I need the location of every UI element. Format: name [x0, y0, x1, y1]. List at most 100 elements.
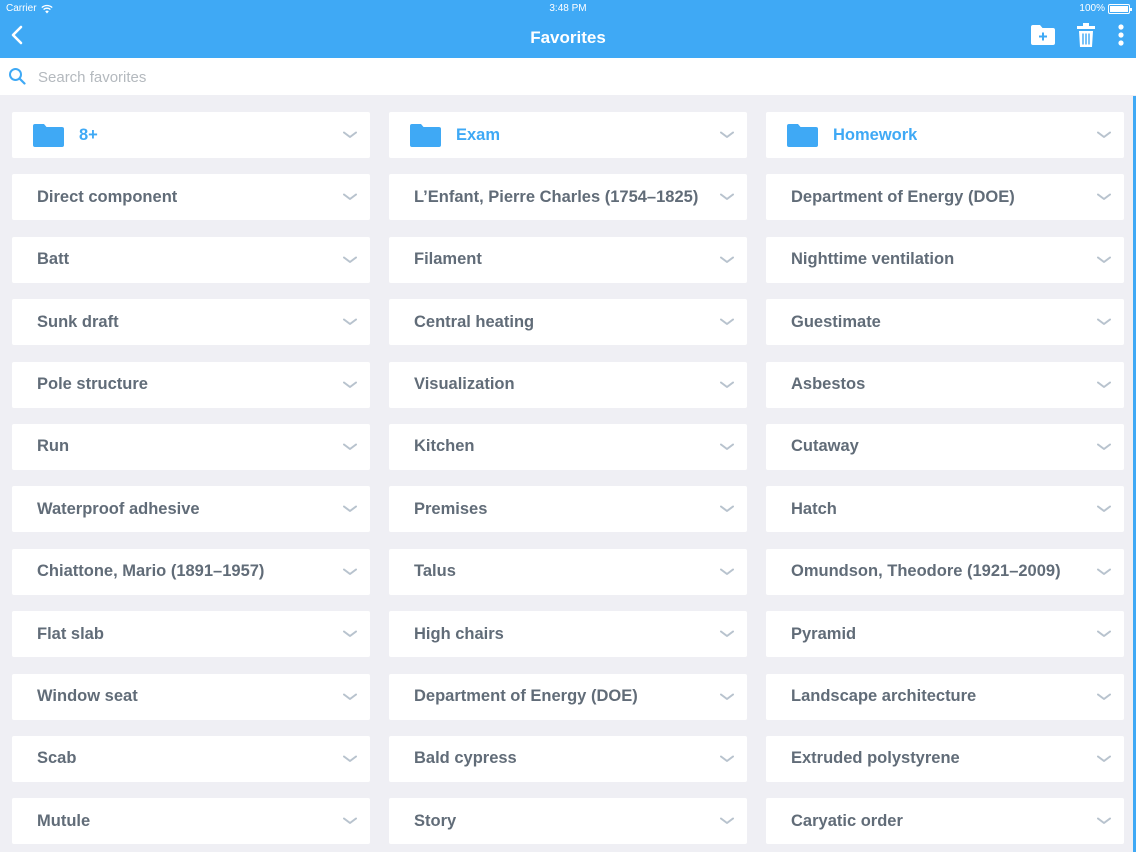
chevron-down-icon[interactable] [343, 630, 357, 638]
favorite-item-card[interactable]: Department of Energy (DOE) [389, 673, 747, 720]
chevron-down-icon[interactable] [343, 131, 357, 139]
new-folder-icon[interactable] [1030, 24, 1056, 46]
navigation-bar: Carrier 3:48 PM 100% Favorites [0, 0, 1136, 58]
favorite-item-label: Guestimate [791, 312, 881, 331]
favorite-item-card[interactable]: Run [12, 423, 370, 470]
favorite-item-label: Department of Energy (DOE) [791, 187, 1015, 206]
chevron-down-icon[interactable] [343, 693, 357, 701]
chevron-down-icon[interactable] [720, 256, 734, 264]
folder-label: Homework [833, 125, 918, 144]
folder-label: Exam [456, 125, 501, 144]
chevron-down-icon[interactable] [343, 443, 357, 451]
favorite-item-label: Nighttime ventilation [791, 250, 955, 269]
favorite-item-card[interactable]: Omundson, Theodore (1921–2009) [766, 548, 1124, 595]
chevron-down-icon[interactable] [1097, 505, 1111, 513]
search-icon [9, 68, 26, 85]
favorite-item-label: Flat slab [37, 624, 104, 643]
favorite-item-label: Kitchen [414, 437, 475, 456]
chevron-down-icon[interactable] [343, 381, 357, 389]
favorite-item-card[interactable]: Direct component [12, 174, 370, 221]
favorite-item-card[interactable]: High chairs [389, 611, 747, 658]
chevron-down-icon[interactable] [1097, 630, 1111, 638]
favorite-item-card[interactable]: Cutaway [766, 423, 1124, 470]
chevron-down-icon[interactable] [720, 381, 734, 389]
favorite-item-card[interactable]: Filament [389, 236, 747, 283]
favorite-item-card[interactable]: Chiattone, Mario (1891–1957) [12, 548, 370, 595]
favorite-item-card[interactable]: Visualization [389, 361, 747, 408]
chevron-down-icon[interactable] [1097, 693, 1111, 701]
chevron-down-icon[interactable] [720, 817, 734, 825]
favorite-item-card[interactable]: Bald cypress [389, 735, 747, 782]
favorite-item-card[interactable]: Mutule [12, 798, 370, 845]
favorite-item-label: Extruded polystyrene [791, 749, 960, 768]
chevron-down-icon[interactable] [343, 568, 357, 576]
chevron-down-icon[interactable] [720, 443, 734, 451]
favorite-item-card[interactable]: Waterproof adhesive [12, 486, 370, 533]
favorite-item-card[interactable]: Flat slab [12, 611, 370, 658]
favorite-item-card[interactable]: Nighttime ventilation [766, 236, 1124, 283]
chevron-down-icon[interactable] [720, 505, 734, 513]
favorite-item-label: L’Enfant, Pierre Charles (1754–1825) [414, 187, 699, 206]
favorites-grid: 8+ Exam Homework Direct component L’Enfant, … [12, 112, 1124, 845]
favorite-item-card[interactable]: Premises [389, 486, 747, 533]
chevron-down-icon[interactable] [1097, 318, 1111, 326]
favorite-item-card[interactable]: Batt [12, 236, 370, 283]
favorite-item-card[interactable]: Department of Energy (DOE) [766, 174, 1124, 221]
favorite-item-card[interactable]: Story [389, 798, 747, 845]
chevron-down-icon[interactable] [1097, 131, 1111, 139]
favorite-item-label: Direct component [37, 187, 178, 206]
chevron-down-icon[interactable] [1097, 568, 1111, 576]
favorite-item-card[interactable]: Landscape architecture [766, 673, 1124, 720]
favorite-item-card[interactable]: Sunk draft [12, 299, 370, 346]
favorite-item-label: Mutule [37, 811, 91, 830]
favorite-item-card[interactable]: Talus [389, 548, 747, 595]
chevron-down-icon[interactable] [1097, 256, 1111, 264]
chevron-down-icon[interactable] [1097, 193, 1111, 201]
chevron-down-icon[interactable] [1097, 817, 1111, 825]
favorite-item-label: Cutaway [791, 437, 859, 456]
favorite-item-card[interactable]: Extruded polystyrene [766, 735, 1124, 782]
favorite-item-label: Caryatic order [791, 811, 903, 830]
favorite-item-card[interactable]: Window seat [12, 673, 370, 720]
favorite-item-card[interactable]: Central heating [389, 299, 747, 346]
favorite-item-card[interactable]: Pyramid [766, 611, 1124, 658]
chevron-down-icon[interactable] [343, 193, 357, 201]
chevron-down-icon[interactable] [720, 193, 734, 201]
folder-icon [410, 124, 441, 147]
trash-icon[interactable] [1076, 22, 1096, 48]
chevron-down-icon[interactable] [720, 131, 734, 139]
favorite-item-card[interactable]: Guestimate [766, 299, 1124, 346]
more-icon[interactable] [1114, 22, 1128, 48]
chevron-down-icon[interactable] [720, 568, 734, 576]
chevron-down-icon[interactable] [343, 755, 357, 763]
favorite-item-card[interactable]: L’Enfant, Pierre Charles (1754–1825) [389, 174, 747, 221]
chevron-down-icon[interactable] [343, 318, 357, 326]
search-input[interactable] [38, 65, 1118, 89]
favorite-item-label: Asbestos [791, 375, 866, 394]
chevron-down-icon[interactable] [1097, 755, 1111, 763]
folder-card[interactable]: Homework [766, 112, 1124, 158]
chevron-down-icon[interactable] [343, 256, 357, 264]
favorite-item-card[interactable]: Pole structure [12, 361, 370, 408]
search-bar [0, 58, 1136, 95]
favorite-item-label: Batt [37, 250, 70, 269]
favorite-item-card[interactable]: Hatch [766, 486, 1124, 533]
favorite-item-card[interactable]: Asbestos [766, 361, 1124, 408]
battery-icon [1108, 3, 1132, 14]
folder-label: 8+ [79, 125, 98, 144]
folder-card[interactable]: Exam [389, 112, 747, 158]
favorite-item-card[interactable]: Scab [12, 735, 370, 782]
folder-card[interactable]: 8+ [12, 112, 370, 158]
chevron-down-icon[interactable] [343, 817, 357, 825]
page-title: Favorites [530, 28, 606, 47]
favorite-item-card[interactable]: Caryatic order [766, 798, 1124, 845]
chevron-down-icon[interactable] [1097, 381, 1111, 389]
chevron-down-icon[interactable] [720, 755, 734, 763]
chevron-down-icon[interactable] [720, 630, 734, 638]
favorite-item-card[interactable]: Kitchen [389, 423, 747, 470]
chevron-down-icon[interactable] [720, 693, 734, 701]
chevron-down-icon[interactable] [1097, 443, 1111, 451]
chevron-down-icon[interactable] [343, 505, 357, 513]
favorite-item-label: Visualization [414, 375, 515, 394]
chevron-down-icon[interactable] [720, 318, 734, 326]
